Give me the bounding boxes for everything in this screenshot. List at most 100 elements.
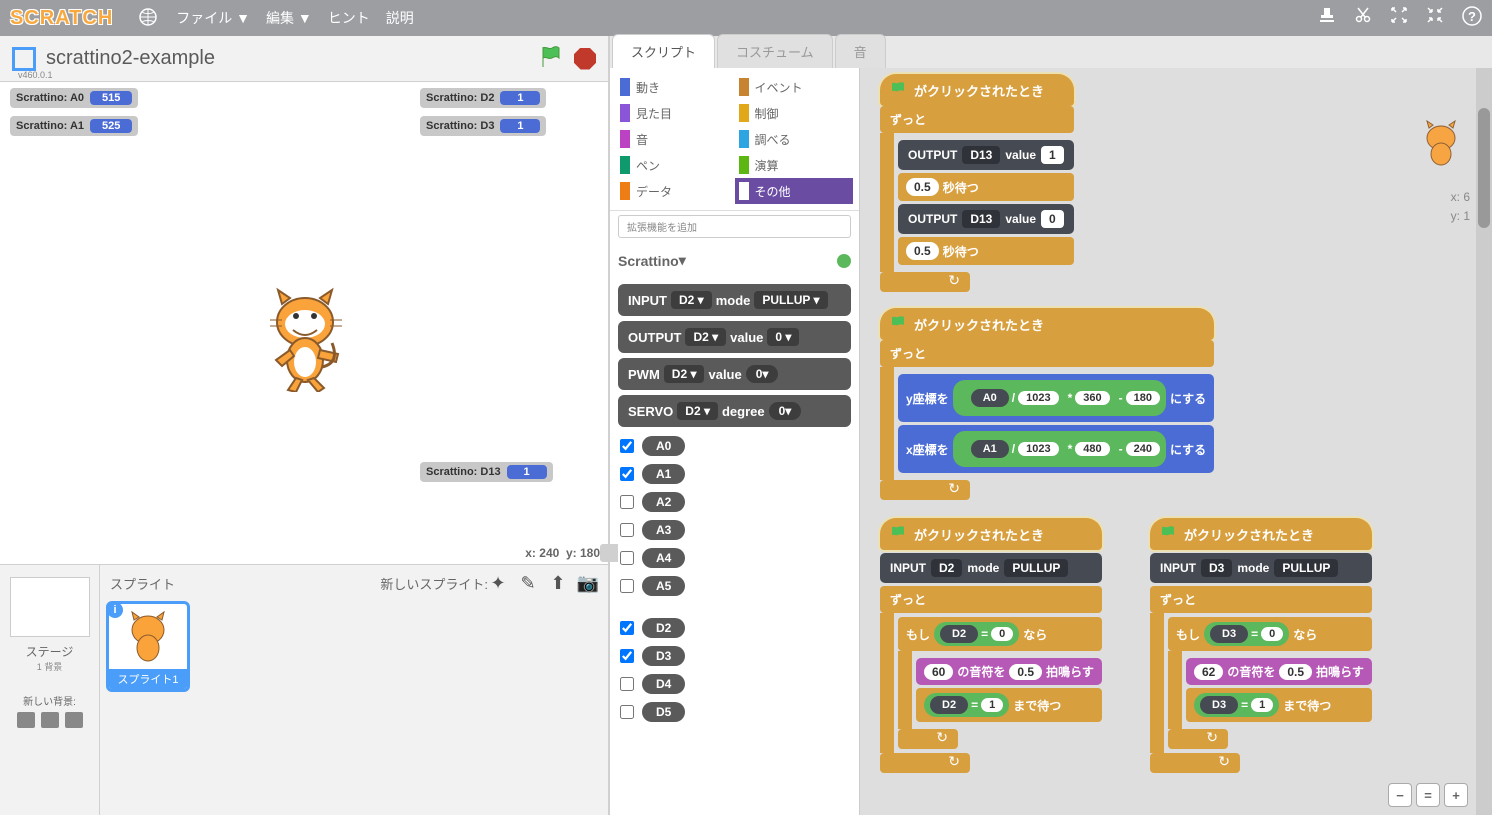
hat-block[interactable]: がクリックされたとき [880,308,1214,340]
stage[interactable]: Scrattino: A0515 Scrattino: A1525 Scratt… [0,82,608,565]
pin-checkbox[interactable] [620,439,634,453]
category-データ[interactable]: データ [616,178,735,204]
category-ペン[interactable]: ペン [616,152,735,178]
wait-block[interactable]: 0.5秒待つ [898,237,1074,265]
menu-tips[interactable]: ヒント [328,8,370,28]
forever-block[interactable]: ずっと [1150,586,1372,613]
pin-checkbox[interactable] [620,579,634,593]
presentation-icon[interactable] [12,47,36,71]
pin-checkbox[interactable] [620,551,634,565]
tab-costumes[interactable]: コスチューム [717,34,833,68]
loop-end[interactable] [880,480,970,500]
scratch-logo[interactable]: SCRATCH [10,7,113,30]
zoom-out-icon[interactable]: − [1388,783,1412,807]
output-block[interactable]: OUTPUTD13value0 [898,204,1074,234]
pin-D4[interactable]: D4 [610,670,859,698]
pin-A0[interactable]: A0 [610,432,859,460]
play-note-block[interactable]: 62の音符を0.5拍鳴らす [1186,658,1372,685]
pin-checkbox[interactable] [620,467,634,481]
sprite-library-icon[interactable]: ✦ [488,573,508,593]
menu-edit[interactable]: 編集 ▼ [266,8,312,28]
loop-end[interactable] [880,272,970,292]
sprite-camera-icon[interactable]: 📷 [578,573,598,593]
help-icon[interactable]: ? [1462,6,1482,31]
palette-block[interactable]: INPUT D2 ▾ mode PULLUP ▾ [618,284,851,316]
script-stack[interactable]: がクリックされたとき INPUTD3modePULLUP ずっと もしD3 = … [1150,518,1372,773]
menu-about[interactable]: 説明 [386,8,414,28]
zoom-in-icon[interactable]: + [1444,783,1468,807]
output-block[interactable]: OUTPUTD13value1 [898,140,1074,170]
forever-block[interactable]: ずっと [880,106,1074,133]
if-block[interactable]: もしD3 = 0なら [1168,617,1372,651]
sprite-paint-icon[interactable]: ✎ [518,573,538,593]
menu-file[interactable]: ファイル ▼ [176,8,250,28]
palette-block[interactable]: SERVO D2 ▾ degree 0▾ [618,395,851,427]
pin-D2[interactable]: D2 [610,614,859,642]
tab-scripts[interactable]: スクリプト [612,34,715,68]
tab-sounds[interactable]: 音 [835,34,886,68]
shrink-icon[interactable] [1426,6,1444,31]
forever-block[interactable]: ずっと [880,340,1214,367]
palette-block[interactable]: PWM D2 ▾ value 0▾ [618,358,851,390]
pin-A1[interactable]: A1 [610,460,859,488]
sprite-preview-icon[interactable] [1416,118,1466,171]
sprite-upload-icon[interactable]: ⬆ [548,573,568,593]
category-イベント[interactable]: イベント [735,74,854,100]
script-stack[interactable]: がクリックされたとき ずっと y座標を A0 / 1023 * 360 - 18… [880,308,1214,500]
if-end[interactable] [898,729,958,749]
stamp-icon[interactable] [1318,6,1336,31]
cat-sprite[interactable] [260,282,355,395]
category-動き[interactable]: 動き [616,74,735,100]
add-extension-button[interactable]: 拡張機能を追加 [618,215,851,238]
stage-thumbnail[interactable] [10,577,90,637]
hat-block[interactable]: がクリックされたとき [880,518,1102,550]
pin-checkbox[interactable] [620,495,634,509]
pin-A2[interactable]: A2 [610,488,859,516]
set-x-block[interactable]: x座標を A1 / 1023 * 480 - 240 にする [898,425,1214,473]
wait-block[interactable]: 0.5秒待つ [898,173,1074,201]
wait-until-block[interactable]: D3 = 1まで待つ [1186,688,1372,722]
pin-checkbox[interactable] [620,649,634,663]
pin-checkbox[interactable] [620,705,634,719]
play-note-block[interactable]: 60の音符を0.5拍鳴らす [916,658,1102,685]
extension-header[interactable]: Scrattino ▾ [610,242,859,279]
pin-checkbox[interactable] [620,621,634,635]
scripts-area[interactable]: x: 6y: 1 − = + がクリックされたとき ずっと OUTPUTD13v… [860,68,1492,815]
wait-until-block[interactable]: D2 = 1まで待つ [916,688,1102,722]
green-flag-icon[interactable] [538,44,564,73]
category-演算[interactable]: 演算 [735,152,854,178]
loop-end[interactable] [1150,753,1240,773]
pin-checkbox[interactable] [620,523,634,537]
if-block[interactable]: もしD2 = 0なら [898,617,1102,651]
zoom-reset-icon[interactable]: = [1416,783,1440,807]
category-その他[interactable]: その他 [735,178,854,204]
pin-A4[interactable]: A4 [610,544,859,572]
set-y-block[interactable]: y座標を A0 / 1023 * 360 - 180 にする [898,374,1214,422]
category-制御[interactable]: 制御 [735,100,854,126]
scrollbar[interactable] [1476,68,1492,815]
category-見た目[interactable]: 見た目 [616,100,735,126]
category-調べる[interactable]: 調べる [735,126,854,152]
forever-block[interactable]: ずっと [880,586,1102,613]
loop-end[interactable] [880,753,970,773]
sprite-thumbnail[interactable]: i スプライト1 [106,601,190,692]
grow-icon[interactable] [1390,6,1408,31]
if-end[interactable] [1168,729,1228,749]
input-block[interactable]: INPUTD2modePULLUP [880,553,1102,583]
stop-icon[interactable] [574,48,596,70]
backdrop-camera-icon[interactable] [65,712,83,728]
sprite-info-icon[interactable]: i [107,602,123,618]
palette-block[interactable]: OUTPUT D2 ▾ value 0 ▾ [618,321,851,353]
script-stack[interactable]: がクリックされたとき ずっと OUTPUTD13value1 0.5秒待つ OU… [880,74,1074,292]
category-音[interactable]: 音 [616,126,735,152]
pin-D3[interactable]: D3 [610,642,859,670]
pin-D5[interactable]: D5 [610,698,859,726]
stage-collapse-icon[interactable] [600,544,618,562]
pin-A5[interactable]: A5 [610,572,859,600]
hat-block[interactable]: がクリックされたとき [880,74,1074,106]
pin-checkbox[interactable] [620,677,634,691]
globe-icon[interactable] [138,7,158,30]
hat-block[interactable]: がクリックされたとき [1150,518,1372,550]
backdrop-paint-icon[interactable] [41,712,59,728]
pin-A3[interactable]: A3 [610,516,859,544]
